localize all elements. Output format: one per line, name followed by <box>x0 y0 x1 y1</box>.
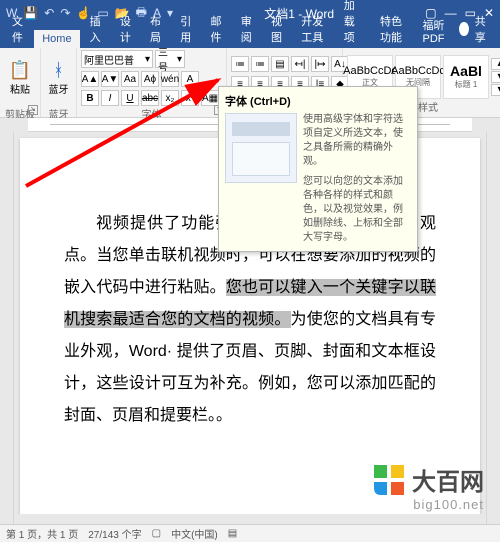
char-border-button[interactable]: A <box>181 71 199 87</box>
chevron-down-icon: ▾ <box>145 54 150 65</box>
tab-layout[interactable]: 布局 <box>142 10 170 48</box>
tab-addins[interactable]: 加载项 <box>336 0 370 48</box>
group-bluetooth: ᚼ 蓝牙 蓝牙 <box>41 48 77 117</box>
status-word-count[interactable]: 27/143 个字 <box>88 526 141 541</box>
paste-icon: 📋 <box>9 60 31 81</box>
watermark: 大百网 big100.net <box>372 462 484 512</box>
superscript-button[interactable]: x² <box>181 90 199 106</box>
group-clipboard: 📋 粘贴 剪贴板 ↘ <box>0 48 41 117</box>
status-page[interactable]: 第 1 页，共 1 页 <box>6 526 78 541</box>
tooltip-preview-icon <box>225 113 297 183</box>
tooltip-title: 字体 (Ctrl+D) <box>225 93 411 109</box>
status-macro-icon[interactable]: ▤ <box>228 528 237 539</box>
decrease-indent-button[interactable]: ↤| <box>291 56 309 72</box>
style-heading1[interactable]: AaBl 标题 1 <box>443 55 489 99</box>
multilevel-button[interactable]: ▤ <box>271 56 289 72</box>
tab-review[interactable]: 审阅 <box>233 10 261 48</box>
group-font: 阿里巴巴普▾ 三号▾ A▲ A▼ Aa Aϕ wén A B I U abc x… <box>77 48 227 117</box>
clear-format-button[interactable]: Aϕ <box>141 71 159 87</box>
phonetic-button[interactable]: wén <box>161 71 179 87</box>
share-button[interactable]: 共享 <box>475 13 490 45</box>
tab-home[interactable]: Home <box>34 30 79 48</box>
tab-foxit[interactable]: 福昕PDF <box>415 14 455 48</box>
increase-indent-button[interactable]: |↦ <box>311 56 329 72</box>
user-avatar-icon[interactable] <box>459 22 469 36</box>
page-margin-guide <box>486 132 487 524</box>
watermark-name: 大百网 <box>412 462 484 497</box>
clipboard-launcher[interactable]: ↘ <box>28 105 38 115</box>
undo-icon[interactable]: ↶ <box>44 6 54 20</box>
status-language[interactable]: 中文(中国) <box>171 526 218 541</box>
strike-button[interactable]: abc <box>141 90 159 106</box>
paste-button[interactable]: 📋 粘贴 <box>4 50 36 106</box>
watermark-logo-icon <box>372 463 406 497</box>
text-effects-button[interactable]: A▦ <box>201 90 219 106</box>
change-case-button[interactable]: Aa <box>121 71 139 87</box>
tab-file[interactable]: 文件 <box>4 10 32 48</box>
tab-developer[interactable]: 开发工具 <box>293 10 333 48</box>
styles-scroll-down-icon[interactable]: ▾ <box>491 71 500 83</box>
shrink-font-button[interactable]: A▼ <box>101 71 119 87</box>
chevron-down-icon: ▾ <box>177 54 182 65</box>
page-margin-guide <box>13 132 14 524</box>
paragraph-mark-icon: 。 <box>216 407 232 424</box>
font-family-dropdown[interactable]: 阿里巴巴普▾ <box>81 50 153 68</box>
status-bar: 第 1 页，共 1 页 27/143 个字 ▢ 中文(中国) ▤ <box>0 524 500 542</box>
tab-features[interactable]: 特色功能 <box>372 10 412 48</box>
bullets-button[interactable]: ≔ <box>231 56 249 72</box>
bluetooth-icon: ᚼ <box>53 60 64 81</box>
styles-more-icon[interactable]: ▾ <box>491 84 500 96</box>
grow-font-button[interactable]: A▲ <box>81 71 99 87</box>
tab-insert[interactable]: 插入 <box>82 10 110 48</box>
ribbon-tabs: 文件 Home 插入 设计 布局 引用 邮件 审阅 视图 开发工具 加载项 特色… <box>0 26 500 48</box>
styles-scroll-up-icon[interactable]: ▴ <box>491 58 500 70</box>
numbering-button[interactable]: ≔ <box>251 56 269 72</box>
tab-references[interactable]: 引用 <box>172 10 200 48</box>
bluetooth-button[interactable]: ᚼ 蓝牙 <box>45 50 72 106</box>
underline-button[interactable]: U <box>121 90 139 106</box>
tooltip-text: 使用高级字体和字符选项自定义所选文本，使之具备所需的精确外观。 您可以向您的文本… <box>303 113 411 245</box>
font-size-dropdown[interactable]: 三号▾ <box>155 50 185 68</box>
bold-button[interactable]: B <box>81 90 99 106</box>
tab-design[interactable]: 设计 <box>112 10 140 48</box>
tab-view[interactable]: 视图 <box>263 10 291 48</box>
font-dialog-tooltip: 字体 (Ctrl+D) 使用高级字体和字符选项自定义所选文本，使之具备所需的精确… <box>218 86 418 252</box>
watermark-domain: big100.net <box>372 497 484 512</box>
redo-icon[interactable]: ↷ <box>60 6 70 20</box>
italic-button[interactable]: I <box>101 90 119 106</box>
status-proof-icon[interactable]: ▢ <box>152 528 161 539</box>
tab-mailings[interactable]: 邮件 <box>203 10 231 48</box>
subscript-button[interactable]: x₂ <box>161 90 179 106</box>
